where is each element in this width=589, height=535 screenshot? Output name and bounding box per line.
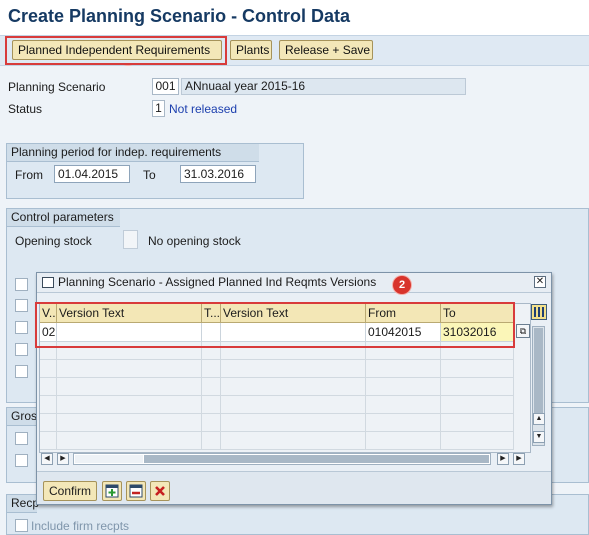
opening-stock-select-box[interactable] — [123, 230, 138, 249]
period-from-label: From — [15, 168, 43, 182]
status-text: Not released — [169, 102, 238, 116]
table-column-divider-1 — [56, 342, 57, 450]
scroll-down-button[interactable]: ▼ — [533, 431, 545, 443]
dialog-window-icon — [42, 277, 54, 288]
add-entry-icon — [105, 484, 119, 498]
opening-stock-text: No opening stock — [148, 234, 241, 248]
table-column-divider-4 — [365, 342, 366, 450]
row-detail-icon[interactable]: ⧉ — [516, 324, 530, 338]
planning-scenario-code-field[interactable]: 001 — [152, 78, 179, 95]
control-checkbox-4[interactable] — [15, 343, 28, 356]
highlight-callout-2-box — [35, 302, 515, 348]
table-settings-icon[interactable] — [531, 304, 547, 320]
scroll-right-last-button[interactable]: ▶ — [513, 453, 525, 465]
table-column-divider-6 — [513, 342, 514, 450]
control-parameters-group-title: Control parameters — [7, 209, 120, 227]
confirm-button[interactable]: Confirm — [43, 481, 97, 501]
planned-independent-requirements-button[interactable]: Planned Independent Requirements — [12, 40, 222, 60]
status-label: Status — [8, 102, 43, 116]
callout-badge-2: 2 — [393, 276, 411, 294]
gross-checkbox-1[interactable] — [15, 432, 28, 445]
vertical-scroll-thumb[interactable] — [534, 328, 543, 413]
horizontal-scroll-thumb[interactable] — [75, 455, 143, 463]
include-firm-receipts-label: Include firm recpts — [31, 519, 130, 533]
dialog-title-bar: Planning Scenario - Assigned Planned Ind… — [37, 273, 551, 293]
table-column-divider-2 — [201, 342, 202, 450]
control-checkbox-3[interactable] — [15, 321, 28, 334]
delete-entry-button[interactable] — [126, 481, 146, 501]
planning-period-group-title: Planning period for indep. requirements — [7, 144, 259, 162]
table-empty-rows — [40, 342, 514, 450]
status-code-field: 1 — [152, 100, 165, 117]
opening-stock-label: Opening stock — [15, 234, 92, 248]
dialog-title-text: Planning Scenario - Assigned Planned Ind… — [58, 275, 377, 289]
scroll-up-button[interactable]: ▲ — [533, 413, 545, 425]
scroll-left-first-button[interactable]: ◀ — [41, 453, 53, 465]
gross-requirements-group-title: Gros — [7, 408, 37, 426]
delete-entry-icon — [129, 484, 143, 498]
vertical-scrollbar[interactable] — [532, 326, 545, 446]
include-firm-receipts-checkbox[interactable] — [15, 519, 28, 532]
cancel-button[interactable] — [150, 481, 170, 501]
control-checkbox-1[interactable] — [15, 278, 28, 291]
control-checkbox-5[interactable] — [15, 365, 28, 378]
release-save-button[interactable]: Release + Save — [279, 40, 373, 60]
assigned-versions-dialog: Planning Scenario - Assigned Planned Ind… — [35, 272, 552, 505]
planning-scenario-label: Planning Scenario — [8, 80, 106, 94]
planning-scenario-text-field: ANnuaal year 2015-16 — [181, 78, 466, 95]
cancel-icon — [155, 486, 165, 496]
horizontal-scroll-track-filled — [144, 455, 489, 463]
period-to-label: To — [143, 168, 156, 182]
horizontal-scrollbar[interactable] — [73, 453, 491, 465]
gross-checkbox-2[interactable] — [15, 454, 28, 467]
period-to-input[interactable]: 31.03.2016 — [180, 165, 256, 183]
scroll-left-button[interactable]: ▶ — [57, 453, 69, 465]
table-column-divider-5 — [440, 342, 441, 450]
page-title: Create Planning Scenario - Control Data — [8, 6, 351, 26]
scroll-right-button[interactable]: ▶ — [497, 453, 509, 465]
period-from-input[interactable]: 01.04.2015 — [54, 165, 130, 183]
control-checkbox-2[interactable] — [15, 299, 28, 312]
plants-button[interactable]: Plants — [230, 40, 272, 60]
receipts-group-title: Recp — [7, 495, 39, 513]
close-icon[interactable]: ✕ — [534, 276, 546, 288]
add-entry-button[interactable] — [102, 481, 122, 501]
table-column-divider-3 — [220, 342, 221, 450]
